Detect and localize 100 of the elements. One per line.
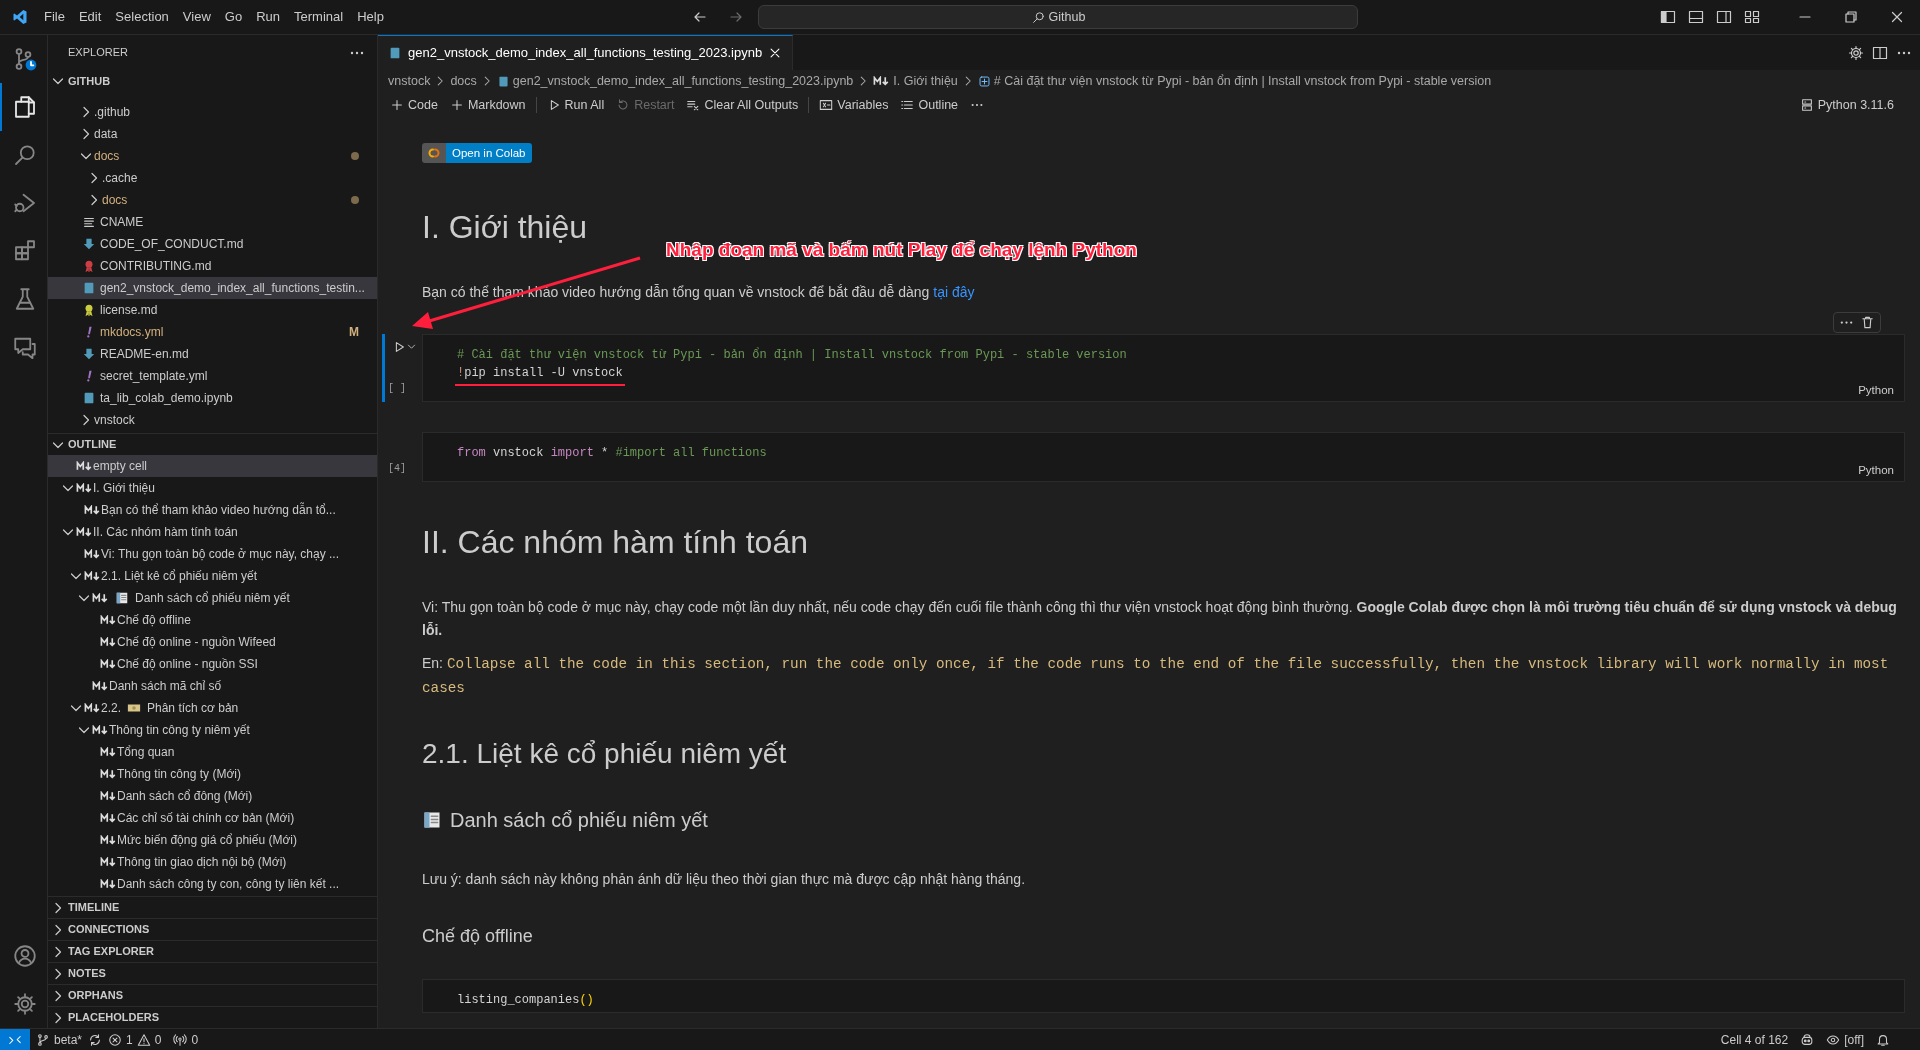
account-icon[interactable] [12, 944, 37, 968]
menu-item[interactable]: Run [249, 6, 287, 28]
toolbar-button[interactable]: Outline [894, 93, 965, 117]
outline-label[interactable]: Danh sách cổ phiếu niêm yết [135, 589, 290, 607]
markdown-icon [84, 703, 101, 713]
cell-language[interactable]: Python [457, 381, 1904, 398]
folder-name[interactable]: .github [94, 103, 131, 121]
preview-status[interactable]: [off] [1820, 1030, 1870, 1049]
toolbar-button[interactable]: Code [384, 93, 444, 117]
section-header[interactable]: PLACEHOLDERS [68, 1009, 160, 1026]
section-header[interactable]: GITHUB [68, 72, 111, 90]
outline-label[interactable]: I. Giới thiệu [93, 479, 155, 497]
grid-layout-icon[interactable] [1744, 9, 1760, 25]
close-icon[interactable] [1889, 9, 1905, 25]
cell-language[interactable]: Python [457, 461, 1904, 478]
menu-item[interactable]: Go [217, 6, 250, 28]
toolbar-button[interactable]: Clear All Outputs [680, 93, 805, 117]
breadcrumb-item[interactable]: gen2_vnstock_demo_index_all_functions_testing_2023.ipynb [512, 71, 854, 91]
files-icon[interactable] [12, 95, 37, 119]
breadcrumb-item[interactable]: # Cài đặt thư viện vnstock từ Pypi - bản ổn định | Install vnstock from Pypi - stable version [993, 71, 1492, 91]
settings-icon[interactable] [1848, 44, 1864, 61]
outline-label[interactable]: Chế độ online - nguồn SSI [117, 655, 258, 673]
menu-item[interactable]: File [37, 6, 72, 28]
file-name[interactable]: ta_lib_colab_demo.ipynb [100, 389, 233, 407]
outline-label[interactable]: Phân tích cơ bản [147, 699, 239, 717]
ports-status[interactable]: 0 [167, 1030, 205, 1049]
copilot-icon[interactable] [1800, 1032, 1815, 1047]
outline-label[interactable]: Bạn có thể tham khảo video hướng dẫn tổ... [101, 501, 336, 519]
panel-layout-icon[interactable] [1688, 9, 1704, 25]
tab-label[interactable]: gen2_vnstock_demo_index_all_functions_testing_2023.ipynb [408, 43, 763, 63]
outline-label[interactable]: Các chỉ số tài chính cơ bản (Mới) [117, 809, 295, 827]
menu-item[interactable]: View [175, 6, 218, 28]
secondary-sidebar-layout-icon[interactable] [1716, 9, 1732, 25]
folder-name[interactable]: vnstock [94, 411, 135, 429]
menu-item[interactable]: Terminal [287, 6, 351, 28]
file-name[interactable]: CNAME [100, 213, 144, 231]
outline-label[interactable]: Thông tin giao dịch nội bộ (Mới) [117, 853, 287, 871]
outline-label[interactable]: Chế độ online - nguồn Wifeed [117, 633, 276, 651]
menu-item[interactable]: Edit [71, 6, 109, 28]
toolbar-button[interactable]: Markdown [443, 93, 532, 117]
section-header[interactable]: NOTES [68, 965, 106, 982]
link[interactable]: tại đây [933, 283, 975, 300]
outline-label[interactable]: II. Các nhóm hàm tính toán [93, 523, 238, 541]
code-cell[interactable]: from vnstock import * #import all functions Python [422, 431, 1905, 482]
branch-status[interactable]: beta* [30, 1030, 89, 1049]
file-name[interactable]: README-en.md [100, 345, 189, 363]
problems-status[interactable]: 1 0 [102, 1030, 168, 1049]
section-header[interactable]: CONNECTIONS [68, 921, 150, 938]
settings-icon[interactable] [12, 992, 37, 1016]
code-cell[interactable]: listing_companies() [422, 978, 1905, 1013]
file-name[interactable]: secret_template.yml [100, 367, 208, 385]
outline-label[interactable]: Danh sách cổ đông (Mới) [117, 787, 253, 805]
restore-icon[interactable] [1843, 9, 1859, 25]
folder-name[interactable]: .cache [102, 169, 138, 187]
file-name[interactable]: CODE_OF_CONDUCT.md [100, 235, 244, 253]
sidebar-layout-icon[interactable] [1660, 9, 1676, 25]
search-icon[interactable] [12, 143, 37, 167]
outline-label[interactable]: empty cell [93, 457, 148, 475]
toolbar-button[interactable]: Variables [813, 93, 895, 117]
sync-icon[interactable] [88, 1032, 103, 1047]
section-header[interactable]: ORPHANS [68, 987, 123, 1004]
file-name[interactable]: CONTRIBUTING.md [100, 257, 212, 275]
kernel-picker[interactable]: Python 3.11.6 [1793, 93, 1900, 117]
breadcrumb-item[interactable]: vnstock [388, 71, 431, 91]
folder-name[interactable]: docs [102, 191, 128, 209]
menu-item[interactable]: Help [350, 6, 391, 28]
file-name[interactable]: mkdocs.yml [100, 323, 164, 341]
run-debug-icon[interactable] [12, 191, 37, 215]
cell-position[interactable]: Cell 4 of 162 [1714, 1030, 1795, 1049]
outline-label[interactable]: Thông tin công ty niêm yết [109, 721, 250, 739]
outline-icon [900, 98, 915, 112]
folder-name[interactable]: data [94, 125, 118, 143]
file-name[interactable]: license.md [100, 301, 158, 319]
outline-label[interactable]: 2.2. [101, 699, 121, 717]
trash-icon[interactable] [1860, 314, 1875, 330]
outline-label[interactable]: Vi: Thu gọn toàn bộ code ở mục này, chạy ... [101, 545, 339, 563]
extensions-icon[interactable] [12, 239, 37, 263]
section-header[interactable]: TAG EXPLORER [68, 943, 154, 960]
outline-label[interactable]: 2.1. Liệt kê cổ phiếu niêm yết [101, 567, 258, 585]
toolbar-button[interactable]: Run All [540, 93, 611, 117]
section-header[interactable]: OUTLINE [68, 436, 117, 453]
outline-label[interactable]: Tổng quan [117, 743, 175, 761]
code-cell[interactable]: # Cài đặt thư viện vnstock từ Pypi - bản ổn định | Install vnstock from Pypi - stable version !pip install -U vnstock Python [422, 333, 1905, 402]
outline-label[interactable]: Mức biến động giá cổ phiếu (Mới) [117, 831, 297, 849]
folder-name[interactable]: docs [94, 147, 120, 165]
branch-icon [36, 1032, 50, 1047]
section-header[interactable]: TIMELINE [68, 899, 120, 916]
breadcrumb-item[interactable]: docs [450, 71, 477, 91]
outline-label[interactable]: Thông tin công ty (Mới) [117, 765, 241, 783]
heading: I. Giới thiệu [421, 207, 589, 247]
outline-label[interactable]: Danh sách công ty con, công ty liên kết ... [117, 875, 340, 893]
split-editor-icon[interactable] [1872, 44, 1888, 61]
breadcrumb-item[interactable]: I. Giới thiệu [893, 71, 958, 91]
bell-icon[interactable] [1876, 1032, 1890, 1047]
outline-label[interactable]: Chế độ offline [117, 611, 191, 629]
outline-label[interactable]: Danh sách mã chỉ số [109, 677, 222, 695]
menu-item[interactable]: Selection [108, 6, 176, 28]
search-field[interactable]: Github [758, 5, 1359, 29]
chat-icon[interactable] [12, 335, 37, 359]
editor-tab[interactable]: gen2_vnstock_demo_index_all_functions_testing_2023.ipynb [378, 35, 794, 70]
